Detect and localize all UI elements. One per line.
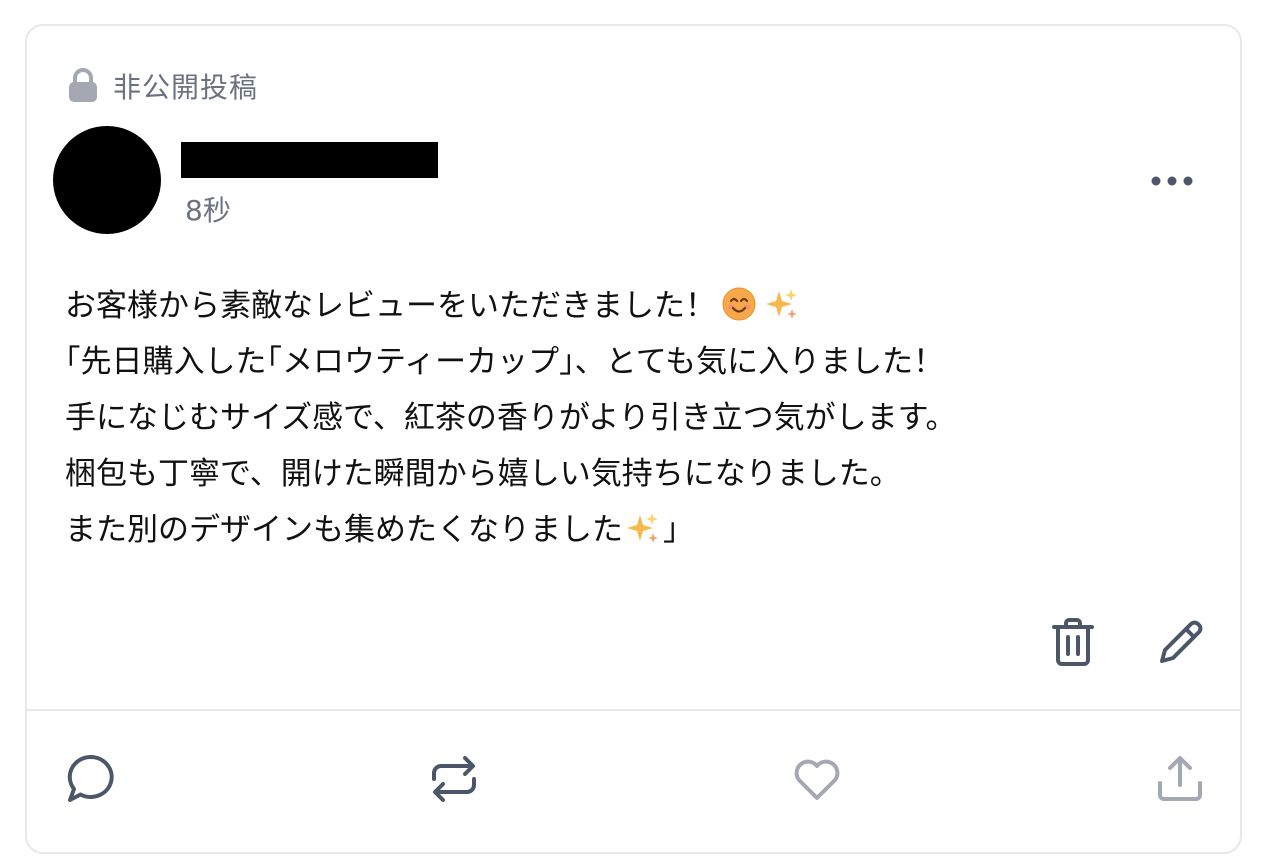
sparkles-emoji-icon (626, 507, 660, 543)
avatar[interactable] (53, 126, 161, 234)
post-action-bar (27, 751, 1240, 817)
share-icon (1154, 753, 1206, 809)
lock-icon (67, 68, 99, 104)
share-button[interactable] (1150, 751, 1210, 811)
author-name-redacted[interactable] (181, 142, 438, 178)
visibility-indicator: 非公開投稿 (67, 64, 258, 108)
delete-button[interactable] (1047, 618, 1099, 670)
more-horizontal-icon (1150, 172, 1194, 191)
visibility-label: 非公開投稿 (113, 71, 259, 104)
comment-icon (65, 753, 117, 809)
like-button[interactable] (787, 751, 847, 811)
more-options-button[interactable] (1142, 164, 1202, 198)
post-timestamp[interactable]: 8秒 (185, 189, 231, 229)
owner-actions (1047, 618, 1207, 670)
pencil-icon (1156, 617, 1206, 671)
reply-button[interactable] (61, 751, 121, 811)
heart-icon (791, 753, 843, 809)
post-line: また別のデザインも集めたくなりました ｣ (65, 502, 1205, 558)
divider (27, 709, 1240, 711)
post-card: 非公開投稿 8秒 お客様から素敵なレビューをいただきました！ ｢先日購入した｢メ… (25, 24, 1242, 854)
post-text: お客様から素敵なレビューをいただきました！ ｢先日購入した｢メロウティーカップ｣… (65, 278, 1205, 558)
post-line: お客様から素敵なレビューをいただきました！ (65, 278, 1205, 334)
repost-icon (428, 753, 480, 809)
repost-button[interactable] (424, 751, 484, 811)
smiling-face-emoji-icon (722, 283, 756, 321)
trash-icon (1051, 617, 1095, 671)
post-line: 手になじむサイズ感で、紅茶の香りがより引き立つ気がします。 (65, 400, 957, 436)
post-line: ｢先日購入した｢メロウティーカップ｣、とても気に入りました！ (65, 344, 945, 380)
edit-button[interactable] (1155, 618, 1207, 670)
post-line: 梱包も丁寧で、開けた瞬間から嬉しい気持ちになりました。 (65, 456, 901, 492)
sparkles-emoji-icon (765, 283, 799, 319)
